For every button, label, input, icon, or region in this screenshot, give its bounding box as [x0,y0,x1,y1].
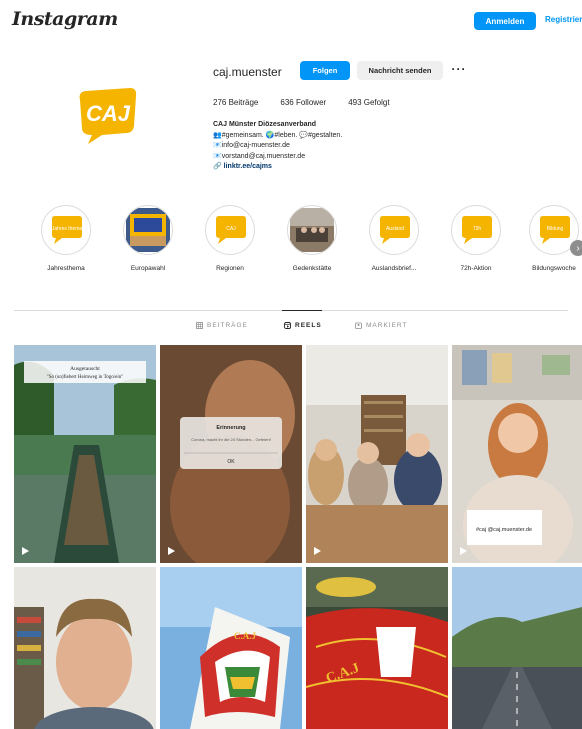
post-overlay-title: Ausgetauscht [70,366,100,372]
post-tile[interactable] [452,567,582,729]
avatar-logo-text: CAJ [86,101,131,126]
highlight-icon-text: Ausland [386,226,404,232]
highlight-auslandsbrief[interactable]: Ausland Auslandsbrief... [366,205,422,272]
bio-line-2: 📧info@caj-muenster.de [213,142,290,149]
post-tile[interactable]: C.A.J [306,567,448,729]
post-tile[interactable]: Erinnerung Corona, macht ihr die 24 Stun… [160,345,302,563]
post-overlay-button: OK [227,459,235,465]
highlight-label: Europawahl [130,265,166,272]
register-link[interactable]: Registrieren [545,15,582,24]
instagram-logo[interactable]: Instagram [12,8,118,30]
following-count[interactable]: 493 Gefolgt [348,98,389,107]
follow-button[interactable]: Folgen [300,61,350,80]
post-tile[interactable]: #caj @caj.muenster.de [452,345,582,563]
highlight-label: 72h-Aktion [460,265,492,272]
tab-reels[interactable]: REELS [284,322,322,329]
tab-posts[interactable]: BEITRÄGE [196,322,248,329]
tagged-icon [355,322,362,329]
highlight-regionen[interactable]: CAJ Regionen [202,205,258,272]
story-highlights: Jahres thema Jahresthema Europawahl CAJ … [0,205,582,285]
highlight-label: Auslandsbrief... [371,265,417,272]
highlight-icon-text: Bildung [547,226,564,232]
post-overlay-subtitle: Corona, macht ihr die 24 Stunden... Gefe… [191,437,271,442]
profile-avatar[interactable]: CAJ [72,80,142,150]
top-bar: Instagram Anmelden Registrieren [0,0,582,40]
highlight-bildungswoche[interactable]: Bildung Bildungswoche [526,205,582,272]
post-flag-text: C.A.J [234,631,256,641]
post-tile[interactable] [306,345,448,563]
highlight-jahresthema[interactable]: Jahres thema Jahresthema [38,205,94,272]
post-tile[interactable]: C.A.J [160,567,302,729]
post-overlay-title: Erinnerung [216,425,245,431]
highlight-icon-text: Jahres thema [52,226,83,232]
highlight-icon-text: 72h [473,226,482,232]
tab-label: MARKIERT [366,322,408,329]
highlight-label: Regionen [216,265,244,272]
send-message-button[interactable]: Nachricht senden [357,61,443,80]
highlight-label: Jahresthema [47,265,85,272]
highlight-label: Bildungswoche [532,265,576,272]
highlight-gedenkstaette[interactable]: Gedenkstätte [284,205,340,272]
tab-tagged[interactable]: MARKIERT [355,322,407,329]
post-tile[interactable]: Ausgetauscht "So (un)fiebert Heimweg in … [14,345,156,563]
tab-label: REELS [295,322,322,329]
login-button[interactable]: Anmelden [474,12,536,30]
post-tile[interactable] [14,567,156,729]
highlight-label: Gedenkstätte [292,265,332,272]
highlight-72h-aktion[interactable]: 72h 72h-Aktion [448,205,504,272]
reel-play-icon [168,547,175,555]
followers-count[interactable]: 636 Follower [280,98,326,107]
reel-play-icon [314,547,321,555]
post-overlay-subtitle: "So (un)fiebert Heimweg in Togo/ein" [47,375,124,380]
post-sign-text: #caj @caj.muenster.de [476,527,532,533]
chevron-right-icon[interactable]: › [570,240,582,256]
posts-count: 276 Beiträge [213,98,259,107]
grid-icon [196,322,203,329]
reel-play-icon [22,547,29,555]
profile-stats: 276 Beiträge 636 Follower 493 Gefolgt [213,98,390,107]
active-tab-indicator [282,310,322,311]
more-options-icon[interactable]: ··· [450,60,468,78]
highlight-europawahl[interactable]: Europawahl [120,205,176,272]
tab-label: BEITRÄGE [207,322,248,329]
bio-line-3: 📧vorstand@caj.muenster.de [213,152,306,160]
highlight-icon-text: CAJ [226,226,236,232]
bio-link[interactable]: 🔗 linktr.ee/cajms [213,162,443,173]
profile-username: caj.muenster [213,65,282,79]
profile-bio: CAJ Münster Diözesanverband 👥#gemeinsam.… [213,120,443,173]
bio-line-1: 👥#gemeinsam. 🌍#leben. 💬#gestalten. [213,131,343,139]
bio-name: CAJ Münster Diözesanverband [213,121,317,128]
reels-icon [284,322,291,329]
reel-play-icon [460,547,467,555]
